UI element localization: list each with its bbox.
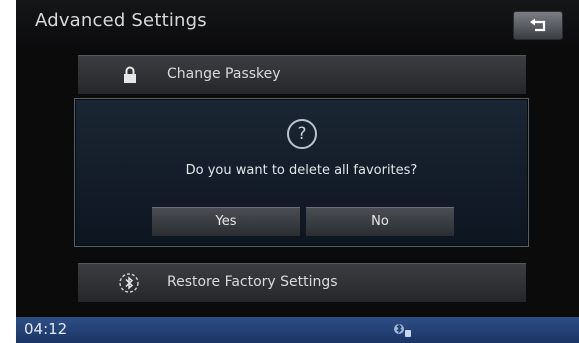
question-icon: ? [287,119,317,149]
change-passkey-label: Change Passkey [167,66,281,82]
dialog-message: Do you want to delete all favorites? [185,163,418,178]
confirm-dialog: ? Do you want to delete all favorites? Y… [74,98,529,247]
bluetooth-restore-icon [118,272,140,298]
no-button[interactable]: No [306,207,454,236]
lock-icon [123,66,137,88]
restore-factory-label: Restore Factory Settings [167,274,338,290]
page-title: Advanced Settings [35,10,207,31]
header-bar: Advanced Settings [16,0,579,44]
back-arrow-icon [530,18,546,32]
yes-button[interactable]: Yes [152,207,300,236]
change-passkey-item[interactable]: Change Passkey [78,55,526,94]
status-bar: 04:12 [16,317,579,343]
screen: Advanced Settings Change Passkey ? Do yo… [16,0,579,343]
restore-factory-settings-item[interactable]: Restore Factory Settings [78,263,526,302]
bluetooth-phone-icon [393,322,413,342]
clock: 04:12 [24,320,68,338]
back-button[interactable] [513,11,563,40]
